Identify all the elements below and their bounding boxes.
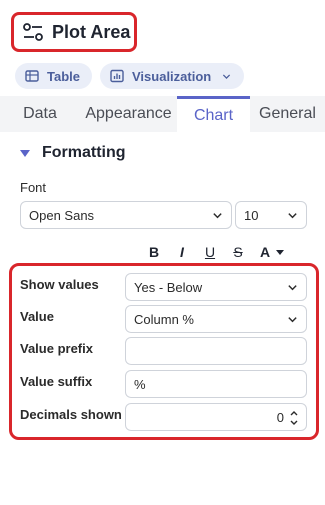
visualization-button[interactable]: Visualization xyxy=(100,63,245,89)
bar-chart-icon xyxy=(110,69,124,83)
underline-button[interactable]: U xyxy=(196,244,224,260)
font-size-value: 10 xyxy=(244,207,259,223)
value-select-value: Column % xyxy=(134,311,194,327)
caret-down-icon xyxy=(276,249,285,255)
show-values-value: Yes - Below xyxy=(134,279,203,295)
value-prefix-label: Value prefix xyxy=(20,341,93,356)
value-suffix-label: Value suffix xyxy=(20,374,93,389)
visualization-button-label: Visualization xyxy=(132,68,212,84)
italic-button[interactable]: I xyxy=(168,244,196,260)
table-icon xyxy=(25,70,39,82)
chevron-down-icon xyxy=(223,73,231,79)
font-size-select[interactable]: 10 xyxy=(235,201,307,229)
value-suffix-input[interactable]: % xyxy=(125,370,307,398)
chevron-down-icon xyxy=(288,317,297,323)
tabs-bar: Data Appearance Chart General xyxy=(0,96,325,132)
font-color-button[interactable]: A xyxy=(252,244,292,260)
value-prefix-input[interactable] xyxy=(125,337,307,365)
plot-area-title: Plot Area xyxy=(11,12,137,52)
panel-header: Plot Area xyxy=(0,0,325,60)
chevron-down-icon xyxy=(288,213,297,219)
collapse-triangle-icon xyxy=(20,149,30,157)
sliders-icon xyxy=(23,23,43,41)
stepper-arrows-icon[interactable] xyxy=(289,409,299,427)
tab-appearance[interactable]: Appearance xyxy=(80,96,177,132)
value-select[interactable]: Column % xyxy=(125,305,307,333)
table-button-label: Table xyxy=(47,68,80,84)
text-format-toolbar: B I U S A xyxy=(140,244,292,260)
chevron-down-icon xyxy=(213,213,222,219)
show-values-select[interactable]: Yes - Below xyxy=(125,273,307,301)
font-family-value: Open Sans xyxy=(29,207,95,223)
decimals-value: 0 xyxy=(276,409,284,425)
show-values-label: Show values xyxy=(20,277,99,292)
decimals-shown-label: Decimals shown xyxy=(20,407,122,422)
value-label: Value xyxy=(20,309,54,324)
font-family-select[interactable]: Open Sans xyxy=(20,201,232,229)
font-label: Font xyxy=(20,180,47,195)
bold-button[interactable]: B xyxy=(140,244,168,260)
tab-chart[interactable]: Chart xyxy=(177,96,250,132)
view-toggle: Table Visualization xyxy=(15,63,245,89)
section-title: Formatting xyxy=(42,144,126,161)
chevron-down-icon xyxy=(288,285,297,291)
decimals-stepper[interactable]: 0 xyxy=(125,403,307,431)
tab-general[interactable]: General xyxy=(250,96,325,132)
font-color-label: A xyxy=(259,244,271,260)
table-button[interactable]: Table xyxy=(15,63,92,89)
formatting-section-toggle[interactable]: Formatting xyxy=(20,144,126,162)
panel-title: Plot Area xyxy=(52,21,131,42)
tab-data[interactable]: Data xyxy=(0,96,80,132)
strikethrough-button[interactable]: S xyxy=(224,244,252,260)
